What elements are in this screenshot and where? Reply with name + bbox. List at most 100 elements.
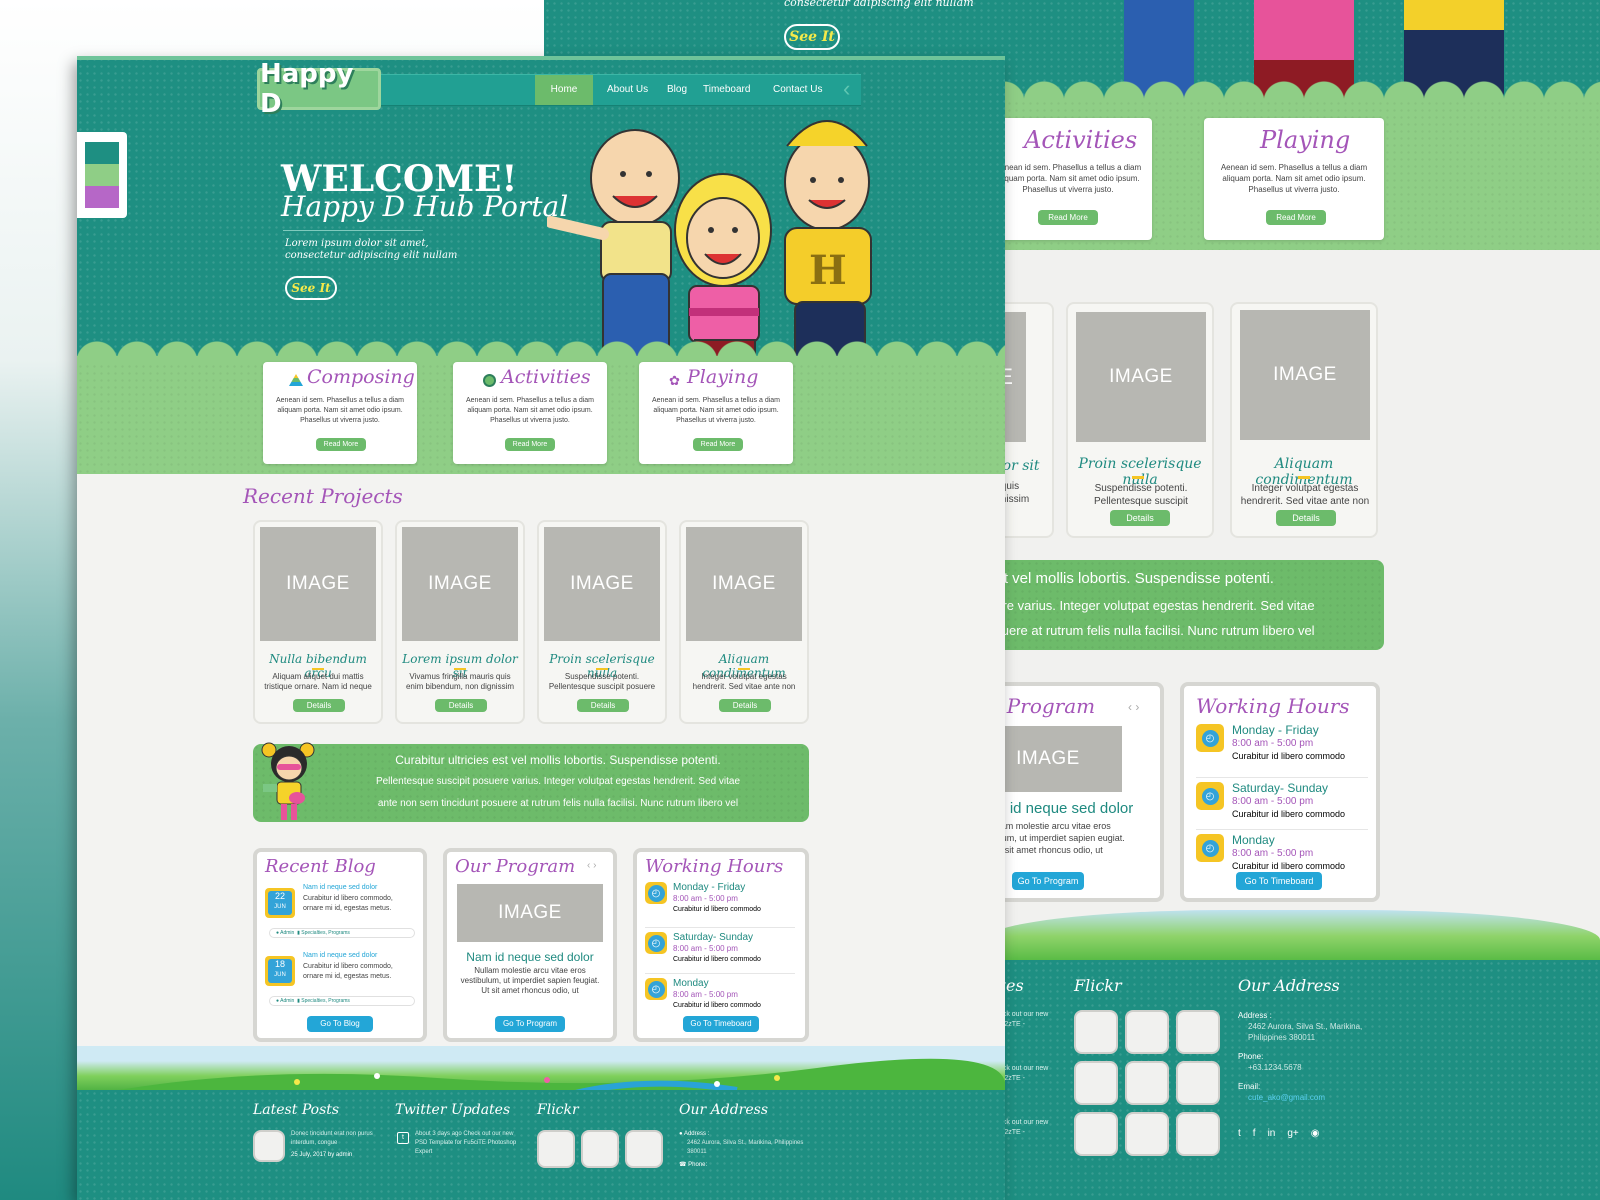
feature-title: Playing: [687, 366, 759, 388]
back-details-button[interactable]: Details: [1276, 510, 1336, 526]
flickr-thumb[interactable]: [1074, 1112, 1118, 1156]
swatch-teal[interactable]: [85, 142, 119, 164]
back-flickr-grid: [1074, 1010, 1234, 1156]
hours-time: 8:00 am - 5:00 pm: [673, 894, 738, 903]
clock-icon: ◴: [645, 882, 667, 904]
project-image[interactable]: IMAGE: [260, 527, 376, 641]
flickr-thumb[interactable]: [537, 1130, 575, 1168]
banner-line-2: Pellentesque suscipit posuere varius. In…: [375, 776, 741, 787]
flickr-thumb[interactable]: [1125, 1061, 1169, 1105]
phone-value: +63.1234.5678: [1248, 1063, 1302, 1072]
flickr-thumb[interactable]: [581, 1130, 619, 1168]
flickr-thumb[interactable]: [1176, 1112, 1220, 1156]
back-read-more-button[interactable]: Read More: [1038, 210, 1098, 225]
hours-day: Monday: [1232, 833, 1275, 847]
google-plus-icon[interactable]: g+: [1287, 1128, 1298, 1139]
post-text: Curabitur id libero commodo, ornare mi i…: [303, 895, 393, 912]
read-more-button[interactable]: Read More: [693, 438, 743, 451]
address-value: 2462 Aurora, Silva St., Marikina, Philip…: [1248, 1022, 1363, 1042]
see-it-button[interactable]: See It: [285, 276, 337, 300]
feature-card-composing: Composing Aenean id sem. Phasellus a tel…: [263, 362, 417, 464]
nav-timeboard[interactable]: Timeboard: [703, 75, 750, 105]
go-to-timeboard-button[interactable]: Go To Timeboard: [683, 1016, 759, 1032]
nav-about-us[interactable]: About Us: [607, 75, 648, 105]
feature-text: Aenean id sem. Phasellus a tellus a diam…: [465, 397, 595, 424]
email-value[interactable]: cute_ako@gmail.com: [1238, 1092, 1368, 1103]
color-switcher[interactable]: [77, 132, 127, 218]
back-details-button[interactable]: Details: [1110, 510, 1170, 526]
logo[interactable]: Happy D: [257, 59, 381, 119]
flickr-thumb[interactable]: [1125, 1112, 1169, 1156]
facebook-icon[interactable]: f: [1253, 1128, 1256, 1139]
post-month: JUN: [274, 904, 286, 910]
flickr-thumb[interactable]: [1074, 1010, 1118, 1054]
read-more-button[interactable]: Read More: [316, 438, 366, 451]
flickr-thumb[interactable]: [1176, 1010, 1220, 1054]
nav-home[interactable]: Home: [535, 75, 593, 105]
hours-day: Saturday- Sunday: [673, 932, 754, 943]
flickr-thumb[interactable]: [1074, 1061, 1118, 1105]
back-read-more-button[interactable]: Read More: [1266, 210, 1326, 225]
flickr-thumb[interactable]: [625, 1130, 663, 1168]
project-image[interactable]: IMAGE: [544, 527, 660, 641]
blog-post: 18 JUN Nam id neque sed dolor Curabitur i…: [265, 952, 417, 1018]
flickr-thumb[interactable]: [1125, 1010, 1169, 1054]
address-label: Address :: [683, 1131, 710, 1137]
flickr-thumb[interactable]: [1176, 1061, 1220, 1105]
back-go-to-program-button[interactable]: Go To Program: [1012, 872, 1084, 890]
tweet-text[interactable]: About 3 days ago Check out our new PSD T…: [415, 1130, 525, 1157]
back-see-it-button[interactable]: See It: [784, 24, 840, 50]
details-button[interactable]: Details: [435, 699, 487, 712]
program-image[interactable]: IMAGE: [457, 884, 603, 942]
post-tags[interactable]: Specialties, Programs: [301, 930, 350, 936]
project-image[interactable]: IMAGE: [686, 527, 802, 641]
go-to-blog-button[interactable]: Go To Blog: [307, 1016, 373, 1032]
project-image[interactable]: IMAGE: [402, 527, 518, 641]
pyramid-icon: [289, 374, 303, 386]
rss-icon[interactable]: ◉: [1311, 1128, 1320, 1139]
twitter-icon[interactable]: t: [1238, 1128, 1241, 1139]
details-button[interactable]: Details: [577, 699, 629, 712]
swatch-purple[interactable]: [85, 186, 119, 208]
nav-arrow-icon: ‹: [843, 76, 851, 101]
post-tags[interactable]: Specialties, Programs: [301, 998, 350, 1004]
back-go-to-timeboard-button[interactable]: Go To Timeboard: [1236, 872, 1322, 890]
nav-contact-us[interactable]: Contact Us: [773, 75, 822, 105]
swatch-green[interactable]: [85, 164, 119, 186]
hours-day: Monday - Friday: [1232, 723, 1319, 737]
details-button[interactable]: Details: [719, 699, 771, 712]
latest-post-thumb[interactable]: [253, 1130, 285, 1162]
clock-icon: ◴: [645, 932, 667, 954]
nav-blog[interactable]: Blog: [667, 75, 687, 105]
back-footer: ates Check out our new fyrW2zTE - Check o…: [984, 960, 1600, 1200]
back-banner: est vel mollis lobortis. Suspendisse pot…: [984, 560, 1384, 650]
back-program-arrows[interactable]: ‹ ›: [1128, 700, 1139, 714]
logo-text: Happy D: [260, 59, 354, 119]
svg-text:H: H: [809, 247, 847, 294]
post-author[interactable]: Admin: [280, 998, 294, 1004]
latest-post-date: 25 July, 2017 by admin: [291, 1152, 353, 1158]
project-text: Vivamus fringilla mauris quis enim biben…: [405, 672, 515, 691]
post-title[interactable]: Nam id neque sed dolor: [303, 952, 377, 959]
back-hero-subtext: consectetur adipiscing elit nullam: [784, 0, 974, 9]
hero: Happy D Home About Us Blog Timeboard Con…: [77, 56, 1005, 390]
promo-banner: Curabitur ultricies est vel mollis lobor…: [253, 744, 809, 822]
back-project-image: IMAGE: [1076, 312, 1206, 442]
post-title[interactable]: Nam id neque sed dolor: [303, 884, 377, 891]
program-arrows[interactable]: ‹ ›: [587, 860, 596, 871]
hours-time: 8:00 am - 5:00 pm: [1232, 738, 1314, 749]
feature-text: Aenean id sem. Phasellus a tellus a diam…: [275, 397, 405, 424]
program-title[interactable]: Nam id neque sed dolor: [447, 950, 613, 964]
social-icons: t f in g+ ◉: [1238, 1128, 1320, 1139]
post-author[interactable]: Admin: [280, 930, 294, 936]
read-more-button[interactable]: Read More: [505, 438, 555, 451]
go-to-program-button[interactable]: Go To Program: [495, 1016, 565, 1032]
linkedin-icon[interactable]: in: [1268, 1128, 1276, 1139]
details-button[interactable]: Details: [293, 699, 345, 712]
tag-icon: ▮: [297, 930, 300, 936]
nav-bar: Home About Us Blog Timeboard Contact Us …: [381, 74, 861, 106]
back-project-card-2: IMAGE Proin scelerisque nulla Suspendiss…: [1066, 302, 1214, 538]
back-hours-list: ◴ Monday - Friday 8:00 am - 5:00 pm Curabi…: [1196, 724, 1368, 880]
latest-post-text[interactable]: Donec tincidunt erat non purus interdum,…: [291, 1130, 375, 1148]
back-banner-line: osuere at rutrum felis nulla facilisi. N…: [988, 623, 1315, 638]
